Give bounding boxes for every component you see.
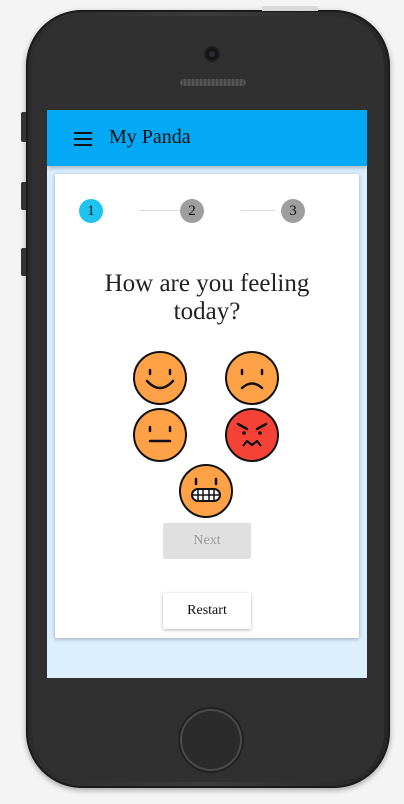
angry-face-icon[interactable]: [225, 408, 279, 462]
step-1: 1: [79, 199, 103, 223]
step-3: 3: [281, 199, 305, 223]
mood-card: 1 2 3 How are you feeling today? Next Re…: [55, 174, 359, 638]
volume-up-button: [21, 182, 26, 210]
volume-down-button: [21, 248, 26, 276]
home-button: [180, 709, 242, 771]
question-heading: How are you feeling today?: [104, 270, 310, 325]
happy-face-icon[interactable]: [133, 351, 187, 405]
mute-switch: [21, 112, 26, 142]
restart-button[interactable]: Restart: [163, 593, 251, 629]
step-2: 2: [180, 199, 204, 223]
neutral-face-icon[interactable]: [133, 408, 187, 462]
earpiece-speaker: [180, 79, 246, 86]
grimacing-face-icon[interactable]: [179, 464, 233, 518]
app-title: My Panda: [109, 126, 191, 148]
sad-face-icon[interactable]: [225, 351, 279, 405]
hamburger-menu-icon[interactable]: [74, 132, 92, 146]
power-button: [262, 6, 318, 11]
next-button[interactable]: Next: [163, 523, 251, 559]
app-screen: My Panda 1 2 3 How are you feeling today…: [47, 110, 367, 678]
front-camera: [206, 48, 218, 60]
step-connector: [241, 210, 275, 211]
app-bar: My Panda: [47, 110, 367, 166]
step-connector: [139, 210, 179, 211]
